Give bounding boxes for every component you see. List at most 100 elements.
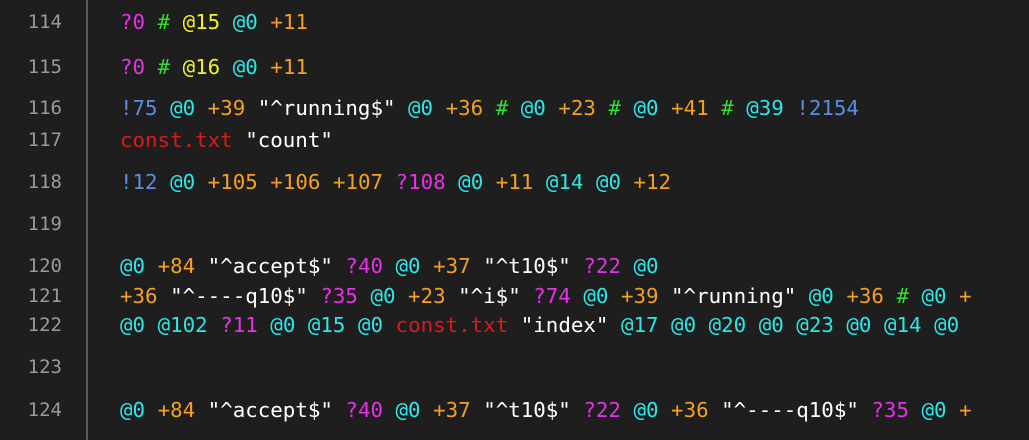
- line-number: 116: [27, 97, 62, 119]
- code-token: +84: [157, 254, 196, 278]
- code-token: @0: [170, 170, 196, 194]
- code-token: @0: [232, 10, 258, 34]
- code-token: ?35: [871, 398, 909, 422]
- code-token: ?74: [533, 284, 571, 308]
- code-token: ?0: [120, 10, 146, 34]
- code-token: +41: [671, 96, 709, 120]
- code-token: ?22: [583, 398, 621, 422]
- code-line[interactable]: 121 +36 "^----q10$" ?35 @0 +23 "^i$" ?74 …: [0, 281, 1029, 311]
- code-token: #: [495, 96, 509, 120]
- code-text: @0 +84 "^accept$" ?40 @0 +37 "^t10$" ?22…: [120, 395, 972, 425]
- code-line[interactable]: 120 @0 +84 "^accept$" ?40 @0 +37 "^t10$" …: [0, 251, 1029, 281]
- code-token: +37: [433, 398, 471, 422]
- code-token: @102: [157, 313, 208, 337]
- code-token: @17: [620, 313, 659, 337]
- line-number: 115: [27, 56, 62, 78]
- code-text: @0 +84 "^accept$" ?40 @0 +37 "^t10$" ?22…: [120, 251, 659, 281]
- code-token: @0: [808, 284, 834, 308]
- code-token: "^running": [671, 284, 797, 308]
- code-token: @0: [520, 96, 546, 120]
- code-token: @0: [583, 284, 609, 308]
- code-token: #: [157, 55, 171, 79]
- code-token: ?108: [395, 170, 446, 194]
- code-text: ?0 # @15 @0 +11: [120, 7, 308, 37]
- code-token: +12: [633, 170, 672, 194]
- code-token: @16: [182, 55, 221, 79]
- code-token: @0: [232, 55, 258, 79]
- code-token: +105: [207, 170, 258, 194]
- code-token: @39: [746, 96, 784, 120]
- code-token: "^accept$": [207, 254, 333, 278]
- line-number: 118: [27, 171, 62, 193]
- code-text: !12 @0 +105 +106 +107 ?108 @0 +11 @14 @0…: [120, 167, 671, 197]
- code-text: +36 "^----q10$" ?35 @0 +23 "^i$" ?74 @0 …: [120, 281, 972, 311]
- code-token: @0: [357, 313, 384, 337]
- code-token: +: [959, 284, 972, 308]
- code-token: @0: [595, 170, 621, 194]
- code-token: "^t10$": [483, 254, 571, 278]
- code-token: @0: [633, 398, 659, 422]
- code-token: #: [896, 284, 909, 308]
- code-token: +39: [620, 284, 659, 308]
- code-token: @0: [120, 398, 146, 422]
- line-number: 114: [27, 11, 62, 33]
- code-line[interactable]: 119: [0, 209, 1029, 239]
- code-token: #: [721, 96, 734, 120]
- code-token: "^----q10$": [170, 284, 308, 308]
- code-token: ?35: [320, 284, 358, 308]
- code-token: +23: [558, 96, 596, 120]
- code-text: ?0 # @16 @0 +11: [120, 52, 308, 82]
- code-token: +36: [120, 284, 158, 308]
- code-token: "^running$": [257, 96, 396, 120]
- code-line[interactable]: 114 ?0 # @15 @0 +11: [0, 7, 1029, 37]
- code-token: @0: [395, 254, 421, 278]
- code-token: ?40: [345, 398, 383, 422]
- code-text: @0 @102 ?11 @0 @15 @0 const.txt "index" …: [120, 310, 959, 340]
- code-token: "index": [520, 313, 609, 337]
- code-token: +37: [433, 254, 471, 278]
- code-line[interactable]: 118 !12 @0 +105 +106 +107 ?108 @0 +11 @14…: [0, 167, 1029, 197]
- code-token: @14: [883, 313, 922, 337]
- code-token: !75: [120, 96, 158, 120]
- code-line[interactable]: 115 ?0 # @16 @0 +11: [0, 52, 1029, 82]
- code-text: const.txt "count": [120, 125, 333, 155]
- code-token: !12: [120, 170, 158, 194]
- line-number: 117: [27, 129, 62, 151]
- code-token: @0: [408, 96, 434, 120]
- code-token: +: [959, 398, 972, 422]
- code-line[interactable]: 122 @0 @102 ?11 @0 @15 @0 const.txt "inde…: [0, 310, 1029, 340]
- code-token: @0: [395, 398, 421, 422]
- code-line[interactable]: 123: [0, 352, 1029, 382]
- code-token: @14: [545, 170, 584, 194]
- code-token: @0: [120, 254, 146, 278]
- code-token: @0: [671, 313, 697, 337]
- code-token: "^----q10$": [721, 398, 859, 422]
- code-token: #: [157, 10, 171, 34]
- code-token: ?40: [345, 254, 383, 278]
- code-token: @15: [182, 10, 221, 34]
- code-token: +107: [332, 170, 384, 194]
- code-token: "^accept$": [207, 398, 333, 422]
- code-line[interactable]: 116 !75 @0 +39 "^running$" @0 +36 # @0 +2…: [0, 93, 1029, 123]
- code-token: @0: [846, 313, 872, 337]
- code-token: @23: [796, 313, 834, 337]
- code-token: !2154: [796, 96, 859, 120]
- code-token: @0: [921, 398, 947, 422]
- code-line[interactable]: 124 @0 +84 "^accept$" ?40 @0 +37 "^t10$" …: [0, 395, 1029, 425]
- code-token: const.txt: [395, 313, 509, 337]
- code-token: const.txt: [120, 128, 233, 152]
- code-token: +11: [270, 55, 308, 79]
- code-token: @0: [758, 313, 784, 337]
- code-token: @0: [458, 170, 484, 194]
- code-token: +36: [671, 398, 709, 422]
- code-line[interactable]: 117 const.txt "count": [0, 125, 1029, 155]
- code-token: @0: [120, 313, 146, 337]
- code-token: +11: [495, 170, 534, 194]
- code-token: +106: [270, 170, 321, 194]
- code-token: @0: [270, 313, 296, 337]
- line-number: 122: [27, 314, 62, 336]
- code-text: !75 @0 +39 "^running$" @0 +36 # @0 +23 #…: [120, 93, 859, 123]
- line-number: 119: [27, 213, 62, 235]
- code-token: @20: [708, 313, 747, 337]
- code-token: ?11: [220, 313, 258, 337]
